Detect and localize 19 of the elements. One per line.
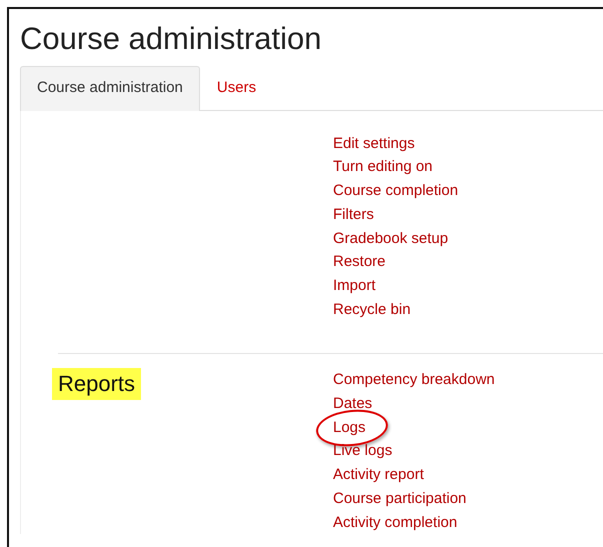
menu-link[interactable]: Turn editing on: [333, 155, 433, 180]
menu-link[interactable]: Activity completion: [333, 510, 458, 534]
menu-link[interactable]: Logs: [333, 416, 366, 440]
menu-link[interactable]: Course participation: [333, 486, 466, 511]
tab[interactable]: Users: [200, 66, 274, 111]
menu-link[interactable]: Gradebook setup: [333, 226, 448, 250]
menu-link[interactable]: Competency breakdown: [333, 368, 495, 392]
menu-link[interactable]: Filters: [333, 202, 374, 226]
menu-link[interactable]: Live logs: [333, 439, 392, 464]
section-heading: Reports: [52, 368, 142, 400]
tab[interactable]: Course administration: [20, 66, 200, 111]
page-title: Course administration: [20, 20, 323, 58]
menu-link[interactable]: Restore: [333, 250, 386, 274]
menu-link[interactable]: Activity report: [333, 463, 424, 487]
menu-link[interactable]: Dates: [333, 392, 372, 416]
menu-link[interactable]: Import: [333, 274, 376, 298]
menu-link[interactable]: Recycle bin: [333, 298, 411, 322]
menu-link[interactable]: Course completion: [333, 179, 458, 203]
menu-link[interactable]: Edit settings: [333, 132, 415, 156]
